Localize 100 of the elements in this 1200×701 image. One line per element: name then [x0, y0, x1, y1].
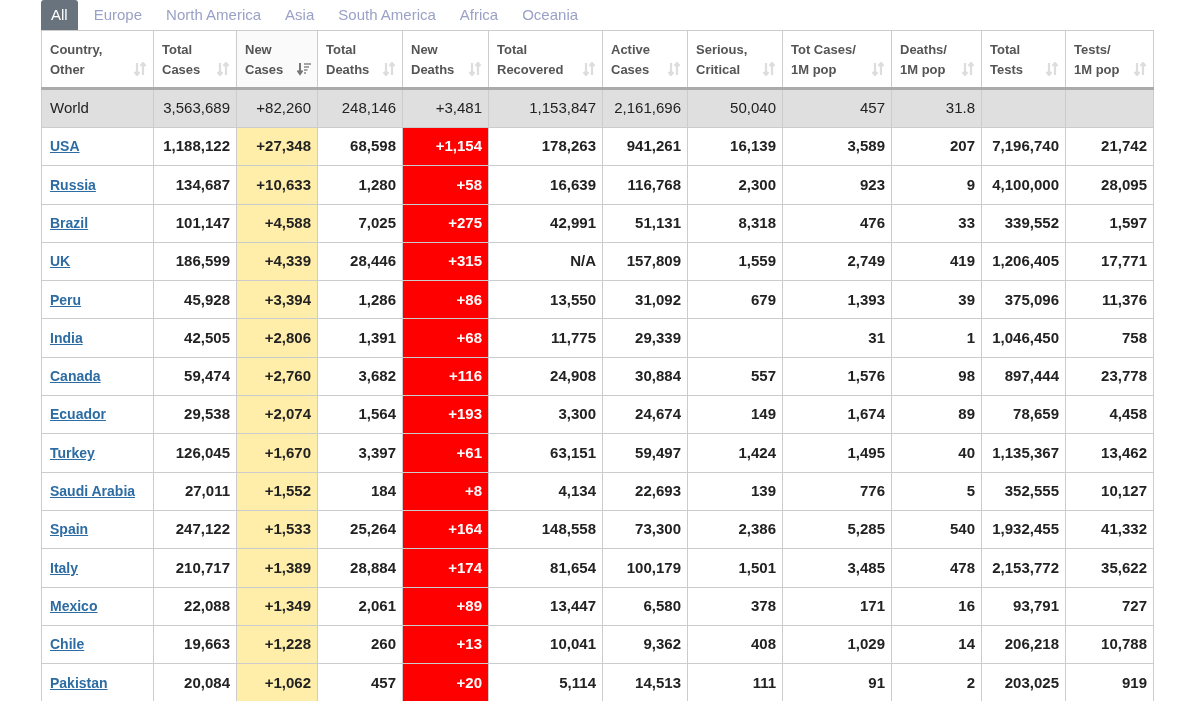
table-cell: 679: [687, 280, 783, 319]
table-cell: 28,884: [317, 548, 403, 588]
table-cell: +1,349: [236, 587, 318, 626]
country-link[interactable]: Spain: [50, 521, 89, 538]
sort-icon[interactable]: [133, 62, 147, 76]
sort-icon[interactable]: [1133, 62, 1147, 76]
table-cell: 63,151: [488, 433, 603, 473]
table-cell: 178,263: [488, 127, 603, 166]
country-link[interactable]: Peru: [50, 291, 82, 308]
table-cell: 21,742: [1065, 127, 1154, 166]
table-cell: 30,884: [602, 357, 688, 396]
sort-icon[interactable]: [468, 62, 482, 76]
table-cell: 2,386: [687, 510, 783, 549]
table-cell: 4,100,000: [981, 165, 1066, 205]
table-cell: 13,447: [488, 587, 603, 626]
sort-icon[interactable]: [762, 62, 776, 76]
table-cell: +68: [402, 319, 489, 358]
sort-icon[interactable]: [1045, 62, 1059, 76]
table-cell: 16: [891, 587, 982, 626]
table-cell: 1,576: [782, 357, 892, 396]
column-header[interactable]: Total Cases: [153, 30, 237, 89]
table-cell: N/A: [488, 242, 603, 281]
column-header[interactable]: Tests/ 1M pop: [1065, 30, 1154, 89]
table-cell: 1,501: [687, 548, 783, 588]
table-cell: 24,908: [488, 357, 603, 396]
table-cell: 375,096: [981, 280, 1066, 319]
table-cell: +275: [402, 204, 489, 243]
table-cell: 23,778: [1065, 357, 1154, 396]
table-cell: 59,497: [602, 433, 688, 473]
region-tab[interactable]: All: [41, 0, 78, 30]
table-cell: 7,025: [317, 204, 403, 243]
table-cell: 13,550: [488, 280, 603, 319]
country-link[interactable]: Turkey: [50, 444, 95, 461]
country-link[interactable]: Canada: [50, 368, 101, 385]
sort-icon[interactable]: [382, 62, 396, 76]
table-cell: 10,041: [488, 625, 603, 664]
table-cell: 1,495: [782, 433, 892, 473]
column-header[interactable]: Active Cases: [602, 30, 688, 89]
column-header[interactable]: Total Deaths: [317, 30, 403, 89]
country-link[interactable]: USA: [50, 138, 80, 155]
column-header[interactable]: Tot Cases/ 1M pop: [782, 30, 892, 89]
table-cell: +116: [402, 357, 489, 396]
table-cell: +315: [402, 242, 489, 281]
country-link[interactable]: Chile: [50, 636, 85, 653]
table-cell: 1: [891, 319, 982, 358]
table-cell: 2,153,772: [981, 548, 1066, 588]
table-cell: 42,991: [488, 204, 603, 243]
column-header[interactable]: Country, Other: [41, 30, 154, 89]
column-header[interactable]: Total Tests: [981, 30, 1066, 89]
table-cell: 1,674: [782, 395, 892, 434]
sort-icon[interactable]: [582, 62, 596, 76]
table-cell: 42,505: [153, 319, 237, 358]
table-cell: 29,339: [602, 319, 688, 358]
table-cell: 116,768: [602, 165, 688, 205]
column-header[interactable]: New Cases: [236, 30, 318, 89]
table-cell: 1,188,122: [153, 127, 237, 166]
table-cell: 3,485: [782, 548, 892, 588]
sort-icon[interactable]: [871, 62, 885, 76]
table-cell: 134,687: [153, 165, 237, 205]
table-cell: 2,300: [687, 165, 783, 205]
table-cell: 4,458: [1065, 395, 1154, 434]
table-cell: +2,074: [236, 395, 318, 434]
table-cell: 29,538: [153, 395, 237, 434]
column-header[interactable]: New Deaths: [402, 30, 489, 89]
country-link[interactable]: Mexico: [50, 597, 98, 614]
table-cell: 3,589: [782, 127, 892, 166]
table-cell: 1,046,450: [981, 319, 1066, 358]
table-cell: 73,300: [602, 510, 688, 549]
table-cell: 897,444: [981, 357, 1066, 396]
country-link[interactable]: UK: [50, 253, 71, 270]
table-cell: 9,362: [602, 625, 688, 664]
table-cell: 17,771: [1065, 242, 1154, 281]
column-header[interactable]: Total Recovered: [488, 30, 603, 89]
country-link[interactable]: Brazil: [50, 215, 89, 231]
table-cell: 68,598: [317, 127, 403, 166]
table-cell: 1,393: [782, 280, 892, 319]
table-cell: +8: [402, 472, 489, 511]
country-link[interactable]: India: [50, 329, 83, 346]
sort-icon[interactable]: [216, 62, 230, 76]
table-cell: 31: [782, 319, 892, 358]
table-cell: 6,580: [602, 587, 688, 626]
table-cell: +86: [402, 280, 489, 319]
country-link[interactable]: Italy: [50, 559, 78, 576]
table-cell: 78,659: [981, 395, 1066, 434]
table-cell: 2,749: [782, 242, 892, 281]
table-cell: 7,196,740: [981, 127, 1066, 166]
sort-icon[interactable]: [961, 62, 975, 76]
column-header[interactable]: Deaths/ 1M pop: [891, 30, 982, 89]
row-label: World: [41, 88, 154, 128]
table-cell: 1,564: [317, 395, 403, 434]
table-cell: 148,558: [488, 510, 603, 549]
table-cell: 1,206,405: [981, 242, 1066, 281]
sort-descending-icon[interactable]: [297, 62, 311, 76]
table-cell: 19,663: [153, 625, 237, 664]
table-cell: +61: [402, 433, 489, 473]
country-link[interactable]: Russia: [50, 176, 96, 193]
table-cell: +3,394: [236, 280, 318, 319]
column-header[interactable]: Serious, Critical: [687, 30, 783, 89]
table-cell: 1,153,847: [488, 88, 603, 128]
sort-icon[interactable]: [667, 62, 681, 76]
